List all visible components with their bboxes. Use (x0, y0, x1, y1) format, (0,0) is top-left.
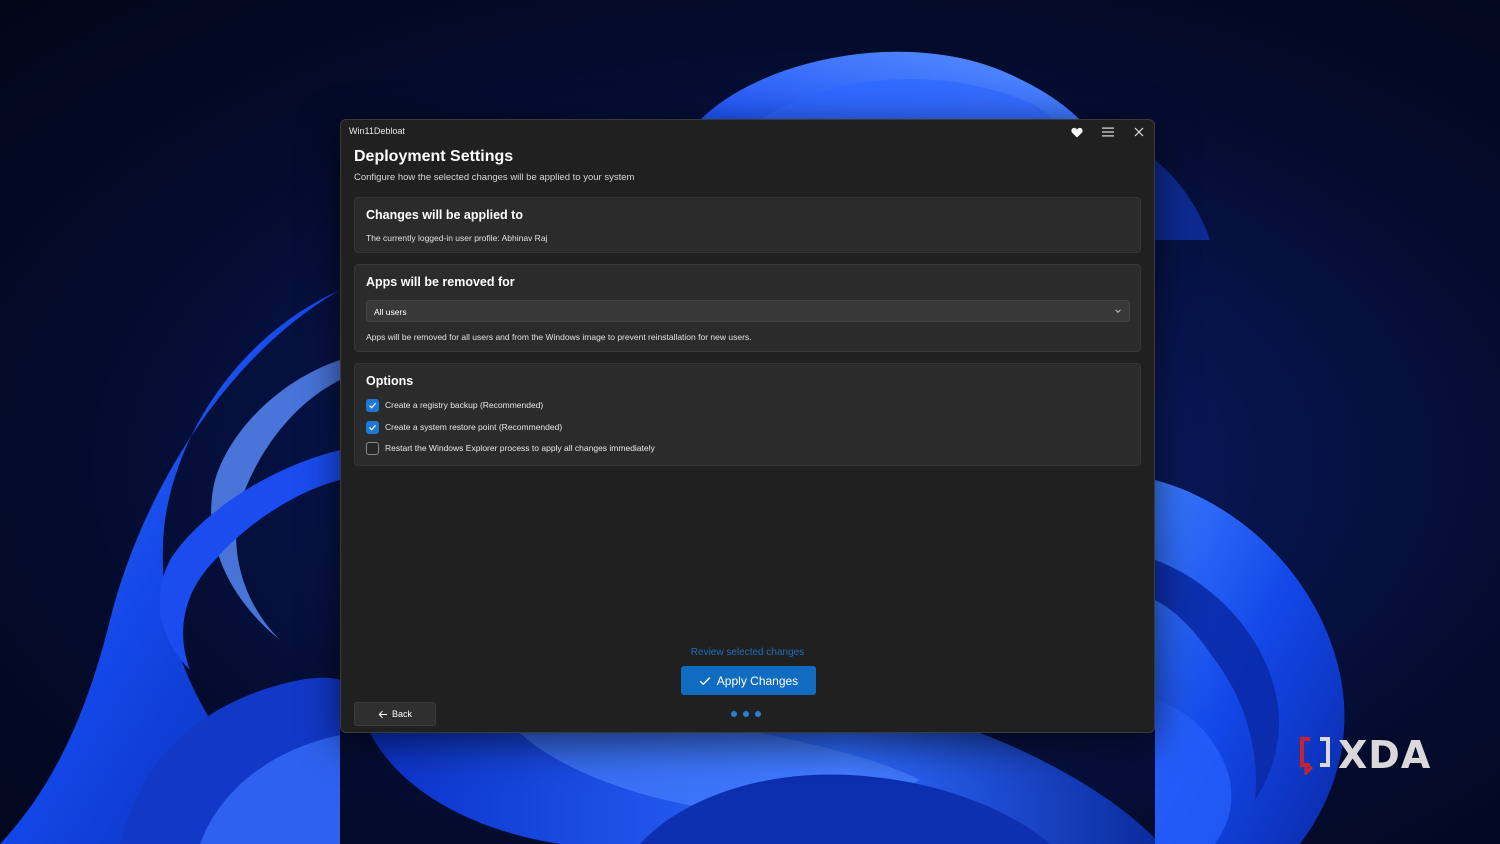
step-dot (731, 711, 737, 717)
back-button[interactable]: Back (354, 702, 436, 726)
heart-button[interactable] (1064, 122, 1090, 142)
xda-logo-icon (1300, 737, 1330, 775)
applied-to-card: Changes will be applied to The currently… (354, 197, 1141, 253)
checkmark-icon (369, 424, 377, 431)
hamburger-menu-icon (1102, 127, 1114, 137)
step-indicator (731, 711, 761, 717)
page-title: Deployment Settings (354, 148, 514, 165)
back-label: Back (391, 709, 412, 719)
apply-changes-button[interactable]: Apply Changes (681, 666, 816, 695)
option-label: Create a system restore point (Recommend… (385, 422, 563, 432)
xda-watermark-text: XDA (1338, 733, 1432, 777)
xda-watermark: XDA (1298, 735, 1431, 775)
removed-for-dropdown[interactable]: All users (366, 300, 1130, 322)
heart-icon (1071, 127, 1083, 137)
checkbox-restore-point[interactable] (366, 420, 379, 434)
checkmark-icon (369, 402, 377, 409)
applied-to-text: The currently logged-in user profile: Ab… (366, 233, 548, 243)
removed-for-title: Apps will be removed for (366, 275, 515, 289)
option-registry-backup[interactable]: Create a registry backup (Recommended) (366, 397, 543, 413)
menu-button[interactable] (1095, 122, 1121, 142)
step-dot (755, 711, 761, 717)
removed-for-description: Apps will be removed for all users and f… (366, 332, 752, 342)
app-title: Win11Debloat (349, 126, 405, 136)
title-bar: Win11Debloat (341, 120, 1154, 142)
option-label: Restart the Windows Explorer process to … (385, 443, 655, 453)
checkbox-restart-explorer[interactable] (366, 441, 379, 455)
option-restore-point[interactable]: Create a system restore point (Recommend… (366, 419, 562, 435)
options-title: Options (366, 374, 414, 388)
checkbox-registry-backup[interactable] (366, 398, 379, 412)
option-restart-explorer[interactable]: Restart the Windows Explorer process to … (366, 440, 655, 456)
close-icon (1134, 127, 1144, 137)
options-card: Options Create a registry backup (Recomm… (354, 363, 1141, 466)
apply-changes-label: Apply Changes (716, 673, 799, 688)
removed-for-card: Apps will be removed for All users Apps … (354, 264, 1141, 352)
checkmark-icon (699, 676, 711, 685)
removed-for-selected: All users (374, 307, 407, 317)
close-button[interactable] (1126, 122, 1152, 142)
arrow-left-icon (378, 710, 387, 718)
review-changes-link[interactable]: Review selected changes (341, 647, 1154, 658)
page-subtitle: Configure how the selected changes will … (354, 172, 635, 183)
step-dot (743, 711, 749, 717)
chevron-down-icon (1115, 309, 1121, 314)
option-label: Create a registry backup (Recommended) (385, 400, 544, 410)
applied-to-title: Changes will be applied to (366, 208, 523, 222)
app-window: Win11Debloat Deployment Settings Configu… (340, 119, 1155, 733)
